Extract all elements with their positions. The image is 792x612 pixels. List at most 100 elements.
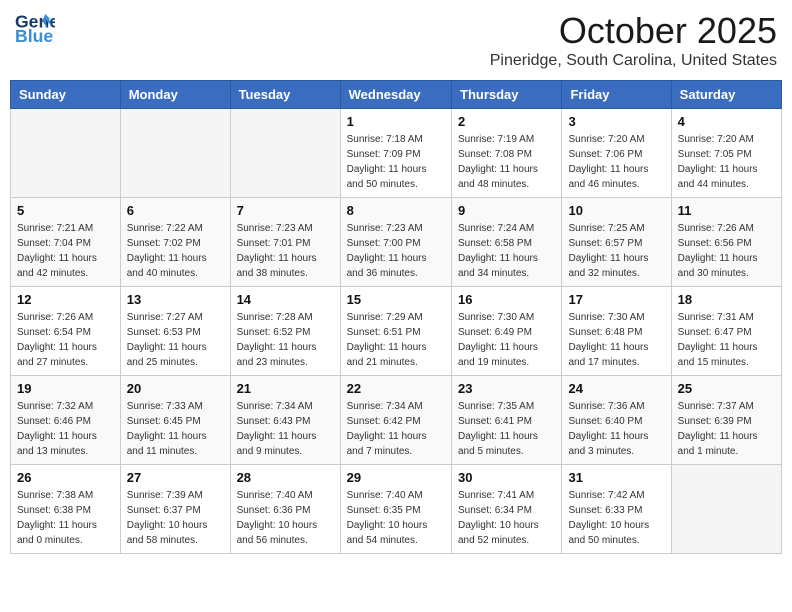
calendar-week-row: 26 Sunrise: 7:38 AMSunset: 6:38 PMDayligh… (11, 465, 782, 554)
calendar-cell (671, 465, 781, 554)
day-number: 22 (347, 381, 445, 396)
column-header-wednesday: Wednesday (340, 81, 451, 109)
calendar-cell: 15 Sunrise: 7:29 AMSunset: 6:51 PMDayligh… (340, 287, 451, 376)
day-number: 12 (17, 292, 114, 307)
day-info: Sunrise: 7:24 AMSunset: 6:58 PMDaylight:… (458, 221, 555, 281)
calendar-cell: 5 Sunrise: 7:21 AMSunset: 7:04 PMDaylight… (11, 198, 121, 287)
calendar-header-row: SundayMondayTuesdayWednesdayThursdayFrid… (11, 81, 782, 109)
day-info: Sunrise: 7:18 AMSunset: 7:09 PMDaylight:… (347, 132, 445, 192)
calendar-cell: 2 Sunrise: 7:19 AMSunset: 7:08 PMDaylight… (452, 109, 562, 198)
day-number: 28 (237, 470, 334, 485)
calendar-week-row: 19 Sunrise: 7:32 AMSunset: 6:46 PMDayligh… (11, 376, 782, 465)
day-number: 11 (678, 203, 775, 218)
calendar-cell: 28 Sunrise: 7:40 AMSunset: 6:36 PMDayligh… (230, 465, 340, 554)
calendar-cell: 11 Sunrise: 7:26 AMSunset: 6:56 PMDayligh… (671, 198, 781, 287)
day-number: 3 (568, 114, 664, 129)
calendar-cell: 29Sunrise: 7:40 AMSunset: 6:35 PMDayligh… (340, 465, 451, 554)
day-info: Sunrise: 7:35 AMSunset: 6:41 PMDaylight:… (458, 399, 555, 459)
day-number: 4 (678, 114, 775, 129)
svg-text:Blue: Blue (15, 26, 53, 46)
column-header-friday: Friday (562, 81, 671, 109)
day-info: Sunrise: 7:32 AMSunset: 6:46 PMDaylight:… (17, 399, 114, 459)
calendar-week-row: 12 Sunrise: 7:26 AMSunset: 6:54 PMDayligh… (11, 287, 782, 376)
day-number: 19 (17, 381, 114, 396)
day-number: 16 (458, 292, 555, 307)
calendar-cell: 10 Sunrise: 7:25 AMSunset: 6:57 PMDayligh… (562, 198, 671, 287)
calendar-cell: 23 Sunrise: 7:35 AMSunset: 6:41 PMDayligh… (452, 376, 562, 465)
day-info: Sunrise: 7:23 AMSunset: 7:00 PMDaylight:… (347, 221, 445, 281)
day-number: 5 (17, 203, 114, 218)
calendar-cell: 25 Sunrise: 7:37 AMSunset: 6:39 PMDayligh… (671, 376, 781, 465)
day-number: 2 (458, 114, 555, 129)
calendar-cell: 6Sunrise: 7:22 AMSunset: 7:02 PMDaylight… (120, 198, 230, 287)
day-number: 30 (458, 470, 555, 485)
day-info: Sunrise: 7:39 AMSunset: 6:37 PMDaylight:… (127, 488, 224, 548)
day-number: 29 (347, 470, 445, 485)
calendar-week-row: 1 Sunrise: 7:18 AMSunset: 7:09 PMDaylight… (11, 109, 782, 198)
calendar-cell (230, 109, 340, 198)
day-info: Sunrise: 7:27 AMSunset: 6:53 PMDaylight:… (127, 310, 224, 370)
day-number: 23 (458, 381, 555, 396)
calendar-cell: 22Sunrise: 7:34 AMSunset: 6:42 PMDayligh… (340, 376, 451, 465)
day-info: Sunrise: 7:26 AMSunset: 6:56 PMDaylight:… (678, 221, 775, 281)
day-number: 25 (678, 381, 775, 396)
day-info: Sunrise: 7:40 AMSunset: 6:36 PMDaylight:… (237, 488, 334, 548)
column-header-thursday: Thursday (452, 81, 562, 109)
column-header-saturday: Saturday (671, 81, 781, 109)
day-info: Sunrise: 7:26 AMSunset: 6:54 PMDaylight:… (17, 310, 114, 370)
calendar-cell: 20 Sunrise: 7:33 AMSunset: 6:45 PMDayligh… (120, 376, 230, 465)
day-number: 20 (127, 381, 224, 396)
month-title: October 2025 (490, 10, 777, 52)
column-header-sunday: Sunday (11, 81, 121, 109)
day-info: Sunrise: 7:20 AMSunset: 7:05 PMDaylight:… (678, 132, 775, 192)
day-number: 17 (568, 292, 664, 307)
day-number: 14 (237, 292, 334, 307)
calendar-cell: 1 Sunrise: 7:18 AMSunset: 7:09 PMDaylight… (340, 109, 451, 198)
calendar-cell (11, 109, 121, 198)
day-number: 26 (17, 470, 114, 485)
title-section: October 2025 Pineridge, South Carolina, … (490, 10, 777, 70)
calendar-cell: 16 Sunrise: 7:30 AMSunset: 6:49 PMDayligh… (452, 287, 562, 376)
day-info: Sunrise: 7:21 AMSunset: 7:04 PMDaylight:… (17, 221, 114, 281)
column-header-tuesday: Tuesday (230, 81, 340, 109)
column-header-monday: Monday (120, 81, 230, 109)
day-info: Sunrise: 7:22 AMSunset: 7:02 PMDaylight:… (127, 221, 224, 281)
calendar-cell: 9 Sunrise: 7:24 AMSunset: 6:58 PMDaylight… (452, 198, 562, 287)
day-info: Sunrise: 7:25 AMSunset: 6:57 PMDaylight:… (568, 221, 664, 281)
calendar-cell: 17Sunrise: 7:30 AMSunset: 6:48 PMDayligh… (562, 287, 671, 376)
day-info: Sunrise: 7:19 AMSunset: 7:08 PMDaylight:… (458, 132, 555, 192)
day-info: Sunrise: 7:23 AMSunset: 7:01 PMDaylight:… (237, 221, 334, 281)
calendar-cell: 4 Sunrise: 7:20 AMSunset: 7:05 PMDaylight… (671, 109, 781, 198)
calendar-cell: 13Sunrise: 7:27 AMSunset: 6:53 PMDayligh… (120, 287, 230, 376)
day-info: Sunrise: 7:36 AMSunset: 6:40 PMDaylight:… (568, 399, 664, 459)
calendar-cell: 31 Sunrise: 7:42 AMSunset: 6:33 PMDayligh… (562, 465, 671, 554)
day-info: Sunrise: 7:42 AMSunset: 6:33 PMDaylight:… (568, 488, 664, 548)
day-number: 21 (237, 381, 334, 396)
calendar-cell: 18Sunrise: 7:31 AMSunset: 6:47 PMDayligh… (671, 287, 781, 376)
day-number: 1 (347, 114, 445, 129)
day-info: Sunrise: 7:38 AMSunset: 6:38 PMDaylight:… (17, 488, 114, 548)
calendar-cell: 24 Sunrise: 7:36 AMSunset: 6:40 PMDayligh… (562, 376, 671, 465)
calendar-table: SundayMondayTuesdayWednesdayThursdayFrid… (10, 80, 782, 554)
day-info: Sunrise: 7:37 AMSunset: 6:39 PMDaylight:… (678, 399, 775, 459)
day-number: 24 (568, 381, 664, 396)
calendar-cell: 26 Sunrise: 7:38 AMSunset: 6:38 PMDayligh… (11, 465, 121, 554)
calendar-cell: 30 Sunrise: 7:41 AMSunset: 6:34 PMDayligh… (452, 465, 562, 554)
day-number: 15 (347, 292, 445, 307)
day-info: Sunrise: 7:31 AMSunset: 6:47 PMDaylight:… (678, 310, 775, 370)
day-info: Sunrise: 7:33 AMSunset: 6:45 PMDaylight:… (127, 399, 224, 459)
day-number: 9 (458, 203, 555, 218)
day-number: 31 (568, 470, 664, 485)
day-number: 10 (568, 203, 664, 218)
day-info: Sunrise: 7:41 AMSunset: 6:34 PMDaylight:… (458, 488, 555, 548)
location-title: Pineridge, South Carolina, United States (490, 52, 777, 70)
calendar-cell: 7Sunrise: 7:23 AMSunset: 7:01 PMDaylight… (230, 198, 340, 287)
day-number: 27 (127, 470, 224, 485)
day-number: 8 (347, 203, 445, 218)
logo: General Blue (15, 10, 55, 46)
calendar-cell: 12 Sunrise: 7:26 AMSunset: 6:54 PMDayligh… (11, 287, 121, 376)
day-info: Sunrise: 7:30 AMSunset: 6:49 PMDaylight:… (458, 310, 555, 370)
day-info: Sunrise: 7:34 AMSunset: 6:43 PMDaylight:… (237, 399, 334, 459)
calendar-cell: 27 Sunrise: 7:39 AMSunset: 6:37 PMDayligh… (120, 465, 230, 554)
day-info: Sunrise: 7:29 AMSunset: 6:51 PMDaylight:… (347, 310, 445, 370)
